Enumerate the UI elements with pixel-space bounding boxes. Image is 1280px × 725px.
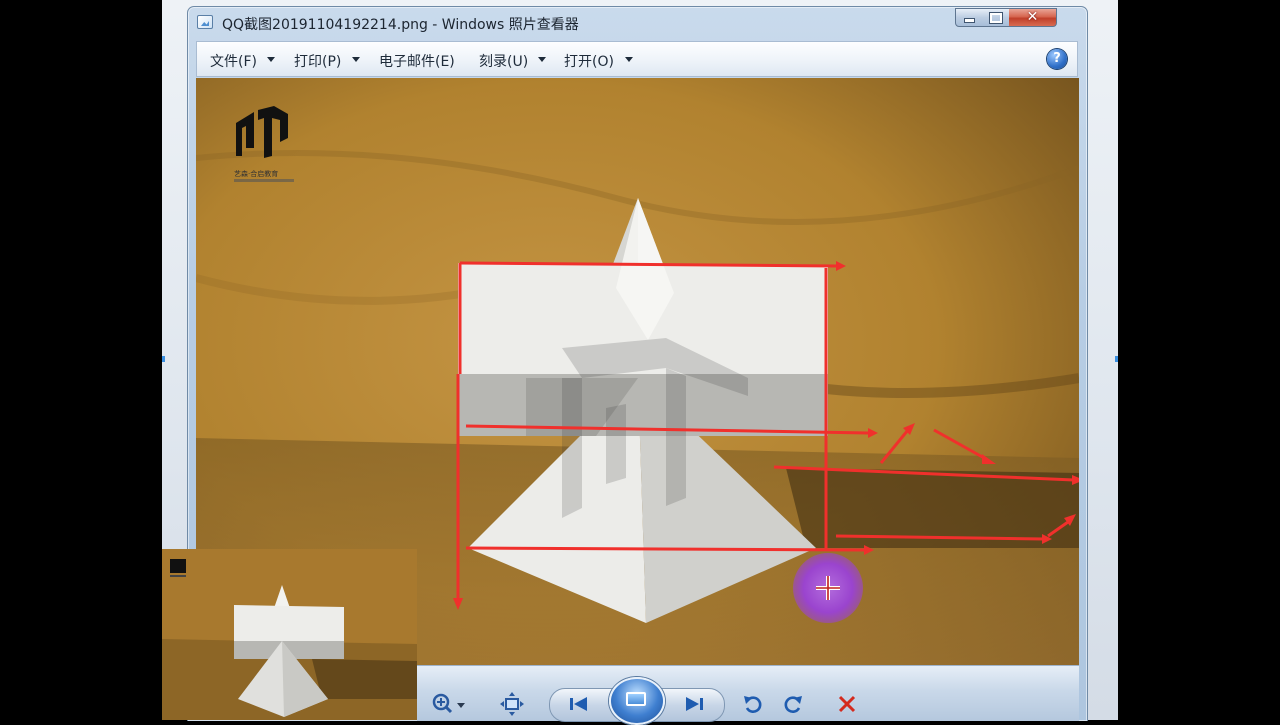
next-button[interactable] bbox=[679, 692, 709, 716]
menu-open-dropdown-icon[interactable] bbox=[625, 57, 633, 62]
maximize-button[interactable] bbox=[983, 8, 1010, 27]
previous-icon bbox=[570, 697, 587, 711]
rotate-clockwise-button[interactable] bbox=[779, 690, 807, 718]
menu-print-dropdown-icon[interactable] bbox=[352, 57, 360, 62]
thumbnail-preview-overlay bbox=[162, 549, 417, 720]
minimize-icon bbox=[964, 18, 975, 23]
thumbnail-svg bbox=[162, 549, 417, 720]
menu-burn-dropdown-icon[interactable] bbox=[538, 57, 546, 62]
control-bar bbox=[417, 665, 1079, 725]
help-icon[interactable]: ? bbox=[1047, 49, 1067, 69]
delete-icon bbox=[838, 695, 856, 713]
slideshow-icon bbox=[626, 692, 646, 706]
maximize-icon bbox=[989, 12, 1003, 24]
menu-email[interactable]: 电子邮件(E) bbox=[379, 51, 455, 71]
minimize-button[interactable] bbox=[955, 8, 984, 27]
zoom-button[interactable] bbox=[427, 690, 467, 718]
cursor-highlight bbox=[793, 553, 863, 623]
actual-size-button[interactable] bbox=[497, 690, 527, 718]
close-button[interactable]: ✕ bbox=[1009, 8, 1057, 27]
slideshow-button[interactable] bbox=[609, 677, 665, 725]
zoom-icon bbox=[432, 693, 465, 714]
menu-open[interactable]: 打开(O) bbox=[564, 51, 614, 71]
delete-button[interactable] bbox=[833, 690, 861, 718]
menu-file-dropdown-icon[interactable] bbox=[267, 57, 275, 62]
edge-marker-right bbox=[1115, 356, 1118, 362]
rotate-counterclockwise-icon bbox=[744, 696, 762, 713]
rotate-counterclockwise-button[interactable] bbox=[739, 690, 767, 718]
next-icon bbox=[686, 697, 703, 711]
menu-print[interactable]: 打印(P) bbox=[294, 51, 341, 71]
command-bar: 文件(F) 打印(P) 电子邮件(E) 刻录(U) 打开(O) ? bbox=[196, 41, 1078, 77]
close-icon: ✕ bbox=[1026, 9, 1039, 25]
menu-burn[interactable]: 刻录(U) bbox=[479, 51, 528, 71]
previous-button[interactable] bbox=[564, 692, 594, 716]
rotate-clockwise-icon bbox=[784, 696, 802, 713]
fit-to-window-icon bbox=[500, 692, 524, 716]
title-bar[interactable]: QQ截图20191104192214.png - Windows 照片查看器 ✕ bbox=[188, 7, 1087, 37]
menu-file[interactable]: 文件(F) bbox=[210, 51, 257, 71]
svg-text:艺森·合启教育: 艺森·合启教育 bbox=[234, 169, 278, 178]
window-title: QQ截图20191104192214.png - Windows 照片查看器 bbox=[222, 17, 579, 33]
photo-viewer-app-icon[interactable] bbox=[197, 15, 213, 29]
edge-marker-left bbox=[162, 356, 165, 362]
